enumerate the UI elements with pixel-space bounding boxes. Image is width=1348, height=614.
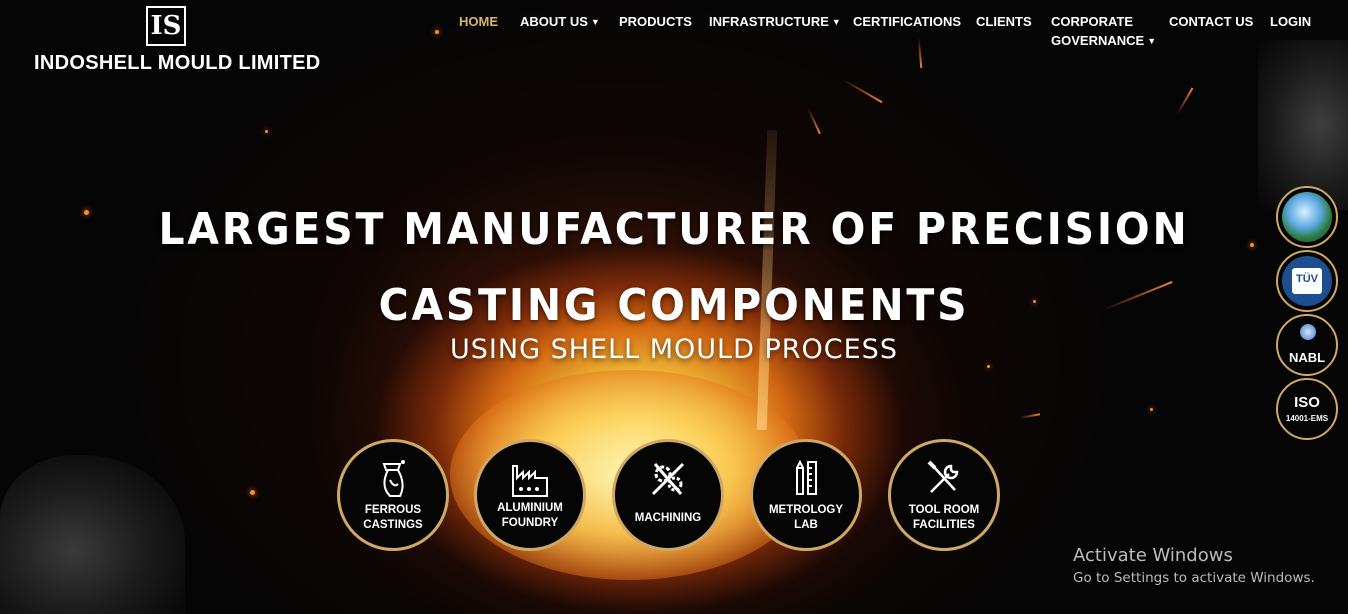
certification-badge-tuv[interactable]: TÜV bbox=[1276, 250, 1338, 312]
service-aluminium-foundry[interactable]: ALUMINIUM FOUNDRY bbox=[474, 439, 586, 551]
certification-badge-globe[interactable] bbox=[1276, 186, 1338, 248]
certification-badge-nabl[interactable]: NABL bbox=[1276, 314, 1338, 376]
nav-about-us[interactable]: ABOUT US ▼ bbox=[520, 12, 600, 33]
hero-headline-line2: CASTING COMPONENTS bbox=[378, 280, 970, 331]
ladle-icon bbox=[340, 456, 446, 502]
service-label: METROLOGY LAB bbox=[759, 503, 853, 533]
nav-corporate-label-2: GOVERNANCE bbox=[1051, 33, 1145, 48]
service-label: ALUMINIUM FOUNDRY bbox=[483, 501, 577, 531]
globe-icon bbox=[1282, 192, 1332, 242]
service-label: TOOL ROOM FACILITIES bbox=[897, 503, 991, 533]
iso-badge-body: ISO 14001-EMS bbox=[1282, 384, 1332, 434]
nav-corporate-governance[interactable]: CORPORATE GOVERNANCE ▼ bbox=[1051, 12, 1156, 52]
certification-badge-iso[interactable]: ISO 14001-EMS bbox=[1276, 378, 1338, 440]
spark-streak bbox=[842, 78, 883, 104]
service-label-line2: FACILITIES bbox=[913, 519, 975, 531]
service-label-line1: ALUMINIUM bbox=[497, 502, 563, 514]
service-label-line2: FOUNDRY bbox=[501, 517, 559, 529]
nabl-badge-body: NABL bbox=[1282, 320, 1332, 370]
service-metrology-lab[interactable]: METROLOGY LAB bbox=[750, 439, 862, 551]
spark-streak bbox=[1019, 413, 1041, 419]
service-tool-room-facilities[interactable]: TOOL ROOM FACILITIES bbox=[888, 439, 1000, 551]
nav-about-label: ABOUT US bbox=[520, 14, 588, 29]
wrench-screwdriver-icon bbox=[891, 456, 997, 502]
activate-windows-subtitle: Go to Settings to activate Windows. bbox=[1073, 570, 1315, 586]
nav-contact-us[interactable]: CONTACT US bbox=[1169, 12, 1253, 31]
nav-home[interactable]: HOME bbox=[459, 12, 498, 31]
service-label-line1: METROLOGY bbox=[768, 504, 844, 516]
chevron-down-icon: ▼ bbox=[1147, 36, 1157, 46]
service-label-line2: CASTINGS bbox=[363, 519, 423, 531]
hero-subheadline: USING SHELL MOULD PROCESS bbox=[450, 334, 898, 365]
chevron-down-icon: ▼ bbox=[831, 17, 841, 27]
iso-sub-label: 14001-EMS bbox=[1285, 414, 1329, 423]
nav-infrastructure-label: INFRASTRUCTURE bbox=[709, 14, 829, 29]
measuring-tools-icon bbox=[753, 456, 859, 502]
nav-clients[interactable]: CLIENTS bbox=[976, 12, 1032, 31]
service-machining[interactable]: MACHINING bbox=[612, 439, 724, 551]
nav-corporate-label-1: CORPORATE bbox=[1051, 14, 1134, 29]
service-label-line1: FERROUS bbox=[364, 504, 422, 516]
nav-certifications[interactable]: CERTIFICATIONS bbox=[853, 12, 961, 31]
nav-products[interactable]: PRODUCTS bbox=[619, 12, 692, 31]
service-label: MACHINING bbox=[621, 511, 715, 526]
tuv-icon: TÜV bbox=[1282, 256, 1332, 306]
hero-headline-line1: LARGEST MANUFACTURER OF PRECISION bbox=[158, 204, 1190, 255]
service-label: FERROUS CASTINGS bbox=[346, 503, 440, 533]
chevron-down-icon: ▼ bbox=[590, 17, 600, 27]
spark bbox=[250, 490, 255, 495]
spark-streak bbox=[807, 107, 821, 135]
tuv-label: TÜV bbox=[1296, 273, 1318, 285]
factory-icon bbox=[477, 456, 583, 502]
activate-windows-title: Activate Windows bbox=[1073, 545, 1233, 566]
service-label-line1: MACHINING bbox=[634, 512, 702, 524]
machine-part-image-left bbox=[0, 455, 185, 614]
iso-label: ISO bbox=[1294, 394, 1320, 411]
service-ferrous-castings[interactable]: FERROUS CASTINGS bbox=[337, 439, 449, 551]
spark-streak bbox=[1176, 87, 1194, 115]
gears-tools-icon bbox=[615, 456, 721, 502]
nav-login[interactable]: LOGIN bbox=[1270, 12, 1311, 31]
spark bbox=[265, 130, 268, 133]
service-label-line2: LAB bbox=[794, 519, 818, 531]
spark bbox=[1150, 408, 1153, 411]
spark bbox=[987, 365, 990, 368]
service-label-line1: TOOL ROOM bbox=[908, 504, 980, 516]
nabl-label: NABL bbox=[1288, 350, 1326, 365]
nav-infrastructure[interactable]: INFRASTRUCTURE ▼ bbox=[709, 12, 841, 33]
windows-activation-watermark: Activate Windows Go to Settings to activ… bbox=[1073, 545, 1315, 586]
main-navigation: HOME ABOUT US ▼ PRODUCTS INFRASTRUCTURE ▼ … bbox=[0, 12, 1348, 72]
nabl-emblem-icon bbox=[1300, 324, 1316, 340]
